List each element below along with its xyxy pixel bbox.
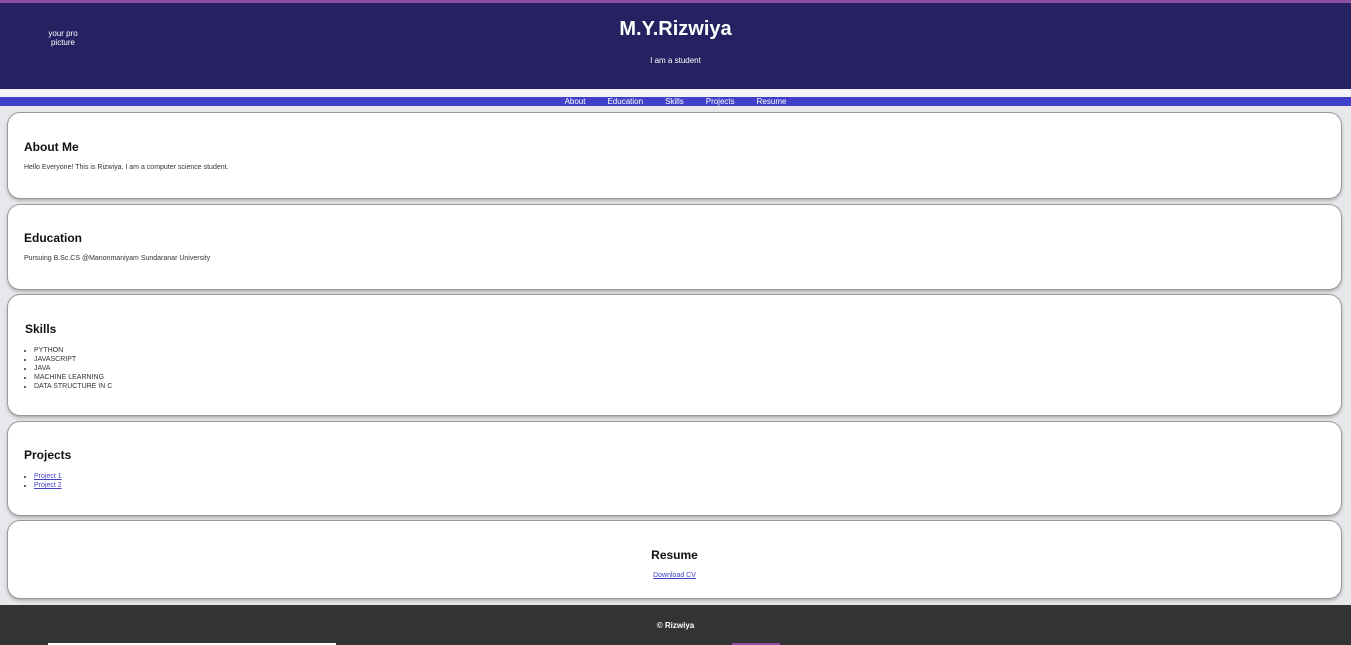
resume-link-wrap: Download CV <box>8 572 1341 579</box>
project-item: Project 1 <box>34 472 62 481</box>
about-text: Hello Everyone! This is Rizwiya. I am a … <box>24 164 229 171</box>
nav-link-education[interactable]: Education <box>607 97 643 106</box>
skill-item: PYTHON <box>34 346 112 355</box>
education-text: Pursuing B.Sc.CS @Manonmaniyam Sundarana… <box>24 255 211 262</box>
skills-heading: Skills <box>25 322 57 336</box>
download-cv-link[interactable]: Download CV <box>653 572 696 579</box>
main-nav: About Education Skills Projects Resume <box>0 97 1351 106</box>
site-footer: © Rizwiya <box>0 605 1351 645</box>
site-subtitle: I am a student <box>650 56 701 65</box>
project-item: Project 2 <box>34 481 62 490</box>
nav-link-resume[interactable]: Resume <box>757 97 787 106</box>
resume-section: Resume Download CV <box>8 521 1341 598</box>
nav-link-about[interactable]: About <box>565 97 586 106</box>
skill-item: JAVA <box>34 364 112 373</box>
projects-heading: Projects <box>24 448 72 462</box>
footer-copyright: © Rizwiya <box>656 621 695 630</box>
projects-list: Project 1 Project 2 <box>34 472 62 490</box>
header-gap <box>0 89 1351 97</box>
skills-list: PYTHON JAVASCRIPT JAVA MACHINE LEARNING … <box>34 346 112 391</box>
site-header: your pro picture M.Y.Rizwiya I am a stud… <box>0 3 1351 89</box>
resume-heading: Resume <box>651 548 698 562</box>
skill-item: JAVASCRIPT <box>34 355 112 364</box>
site-title: M.Y.Rizwiya <box>619 18 732 40</box>
nav-link-skills[interactable]: Skills <box>665 97 684 106</box>
about-section: About Me Hello Everyone! This is Rizwiya… <box>8 113 1341 198</box>
projects-section: Projects Project 1 Project 2 <box>8 422 1341 515</box>
skill-item: MACHINE LEARNING <box>34 373 112 382</box>
nav-link-projects[interactable]: Projects <box>706 97 735 106</box>
project-1-link[interactable]: Project 1 <box>34 473 62 480</box>
education-heading: Education <box>24 231 83 245</box>
project-2-link[interactable]: Project 2 <box>34 482 62 489</box>
skills-section: Skills PYTHON JAVASCRIPT JAVA MACHINE LE… <box>8 295 1341 415</box>
about-heading: About Me <box>24 140 79 154</box>
education-section: Education Pursuing B.Sc.CS @Manonmaniyam… <box>8 205 1341 289</box>
skill-item: DATA STRUCTURE IN C <box>34 382 112 391</box>
